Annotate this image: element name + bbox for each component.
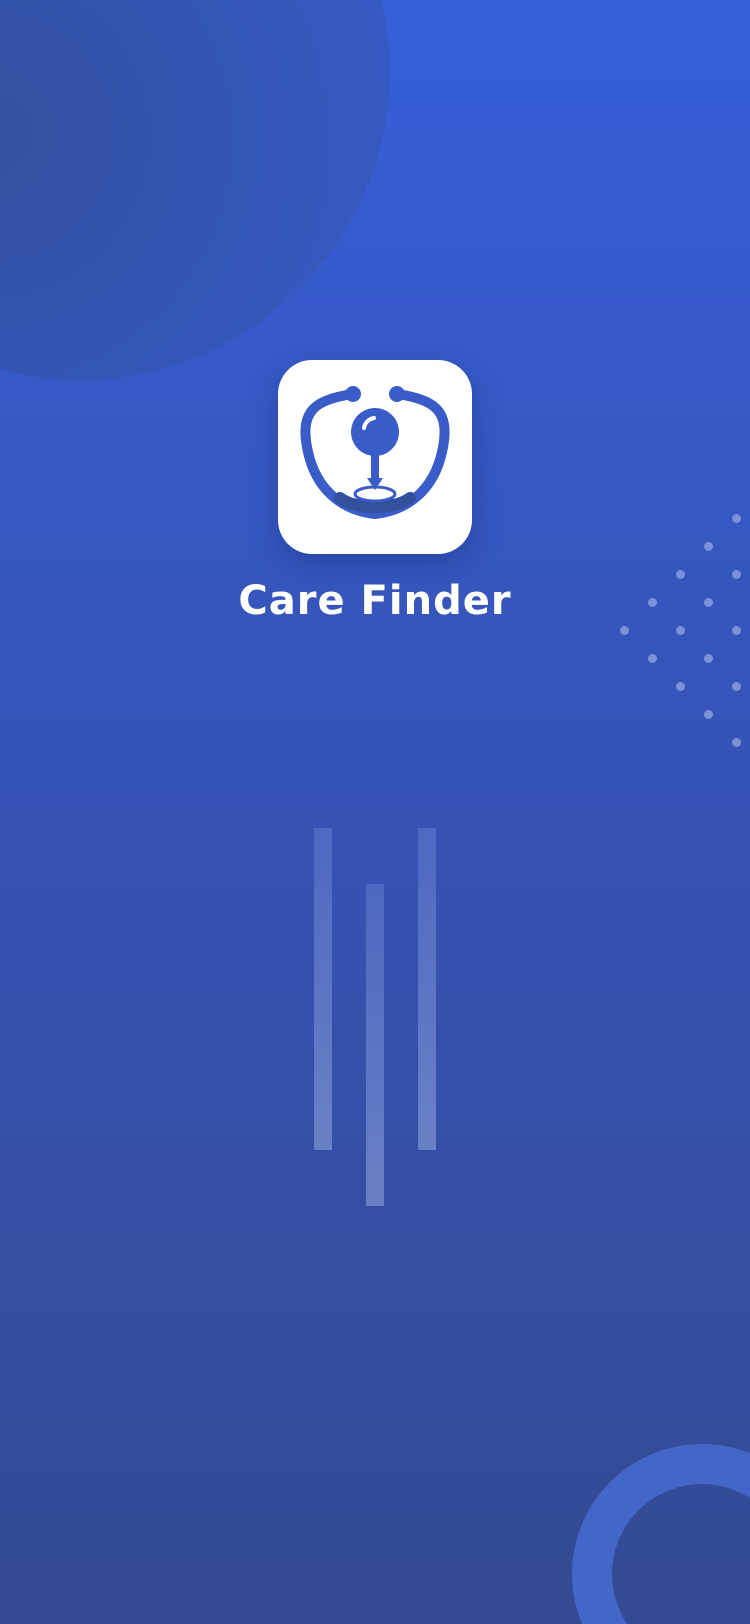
stethoscope-location-pin-icon <box>300 386 450 520</box>
vertical-bar-decoration <box>366 884 384 1206</box>
vertical-bar-decoration <box>418 828 436 1150</box>
app-title: Care Finder <box>238 578 512 624</box>
splash-screen: Care Finder <box>0 0 750 1624</box>
background-ring-decoration <box>572 1444 750 1624</box>
vertical-bar-decoration <box>314 828 332 1150</box>
dot-grid-decoration <box>618 510 750 750</box>
app-logo <box>278 360 472 554</box>
background-circle-decoration <box>0 0 390 380</box>
